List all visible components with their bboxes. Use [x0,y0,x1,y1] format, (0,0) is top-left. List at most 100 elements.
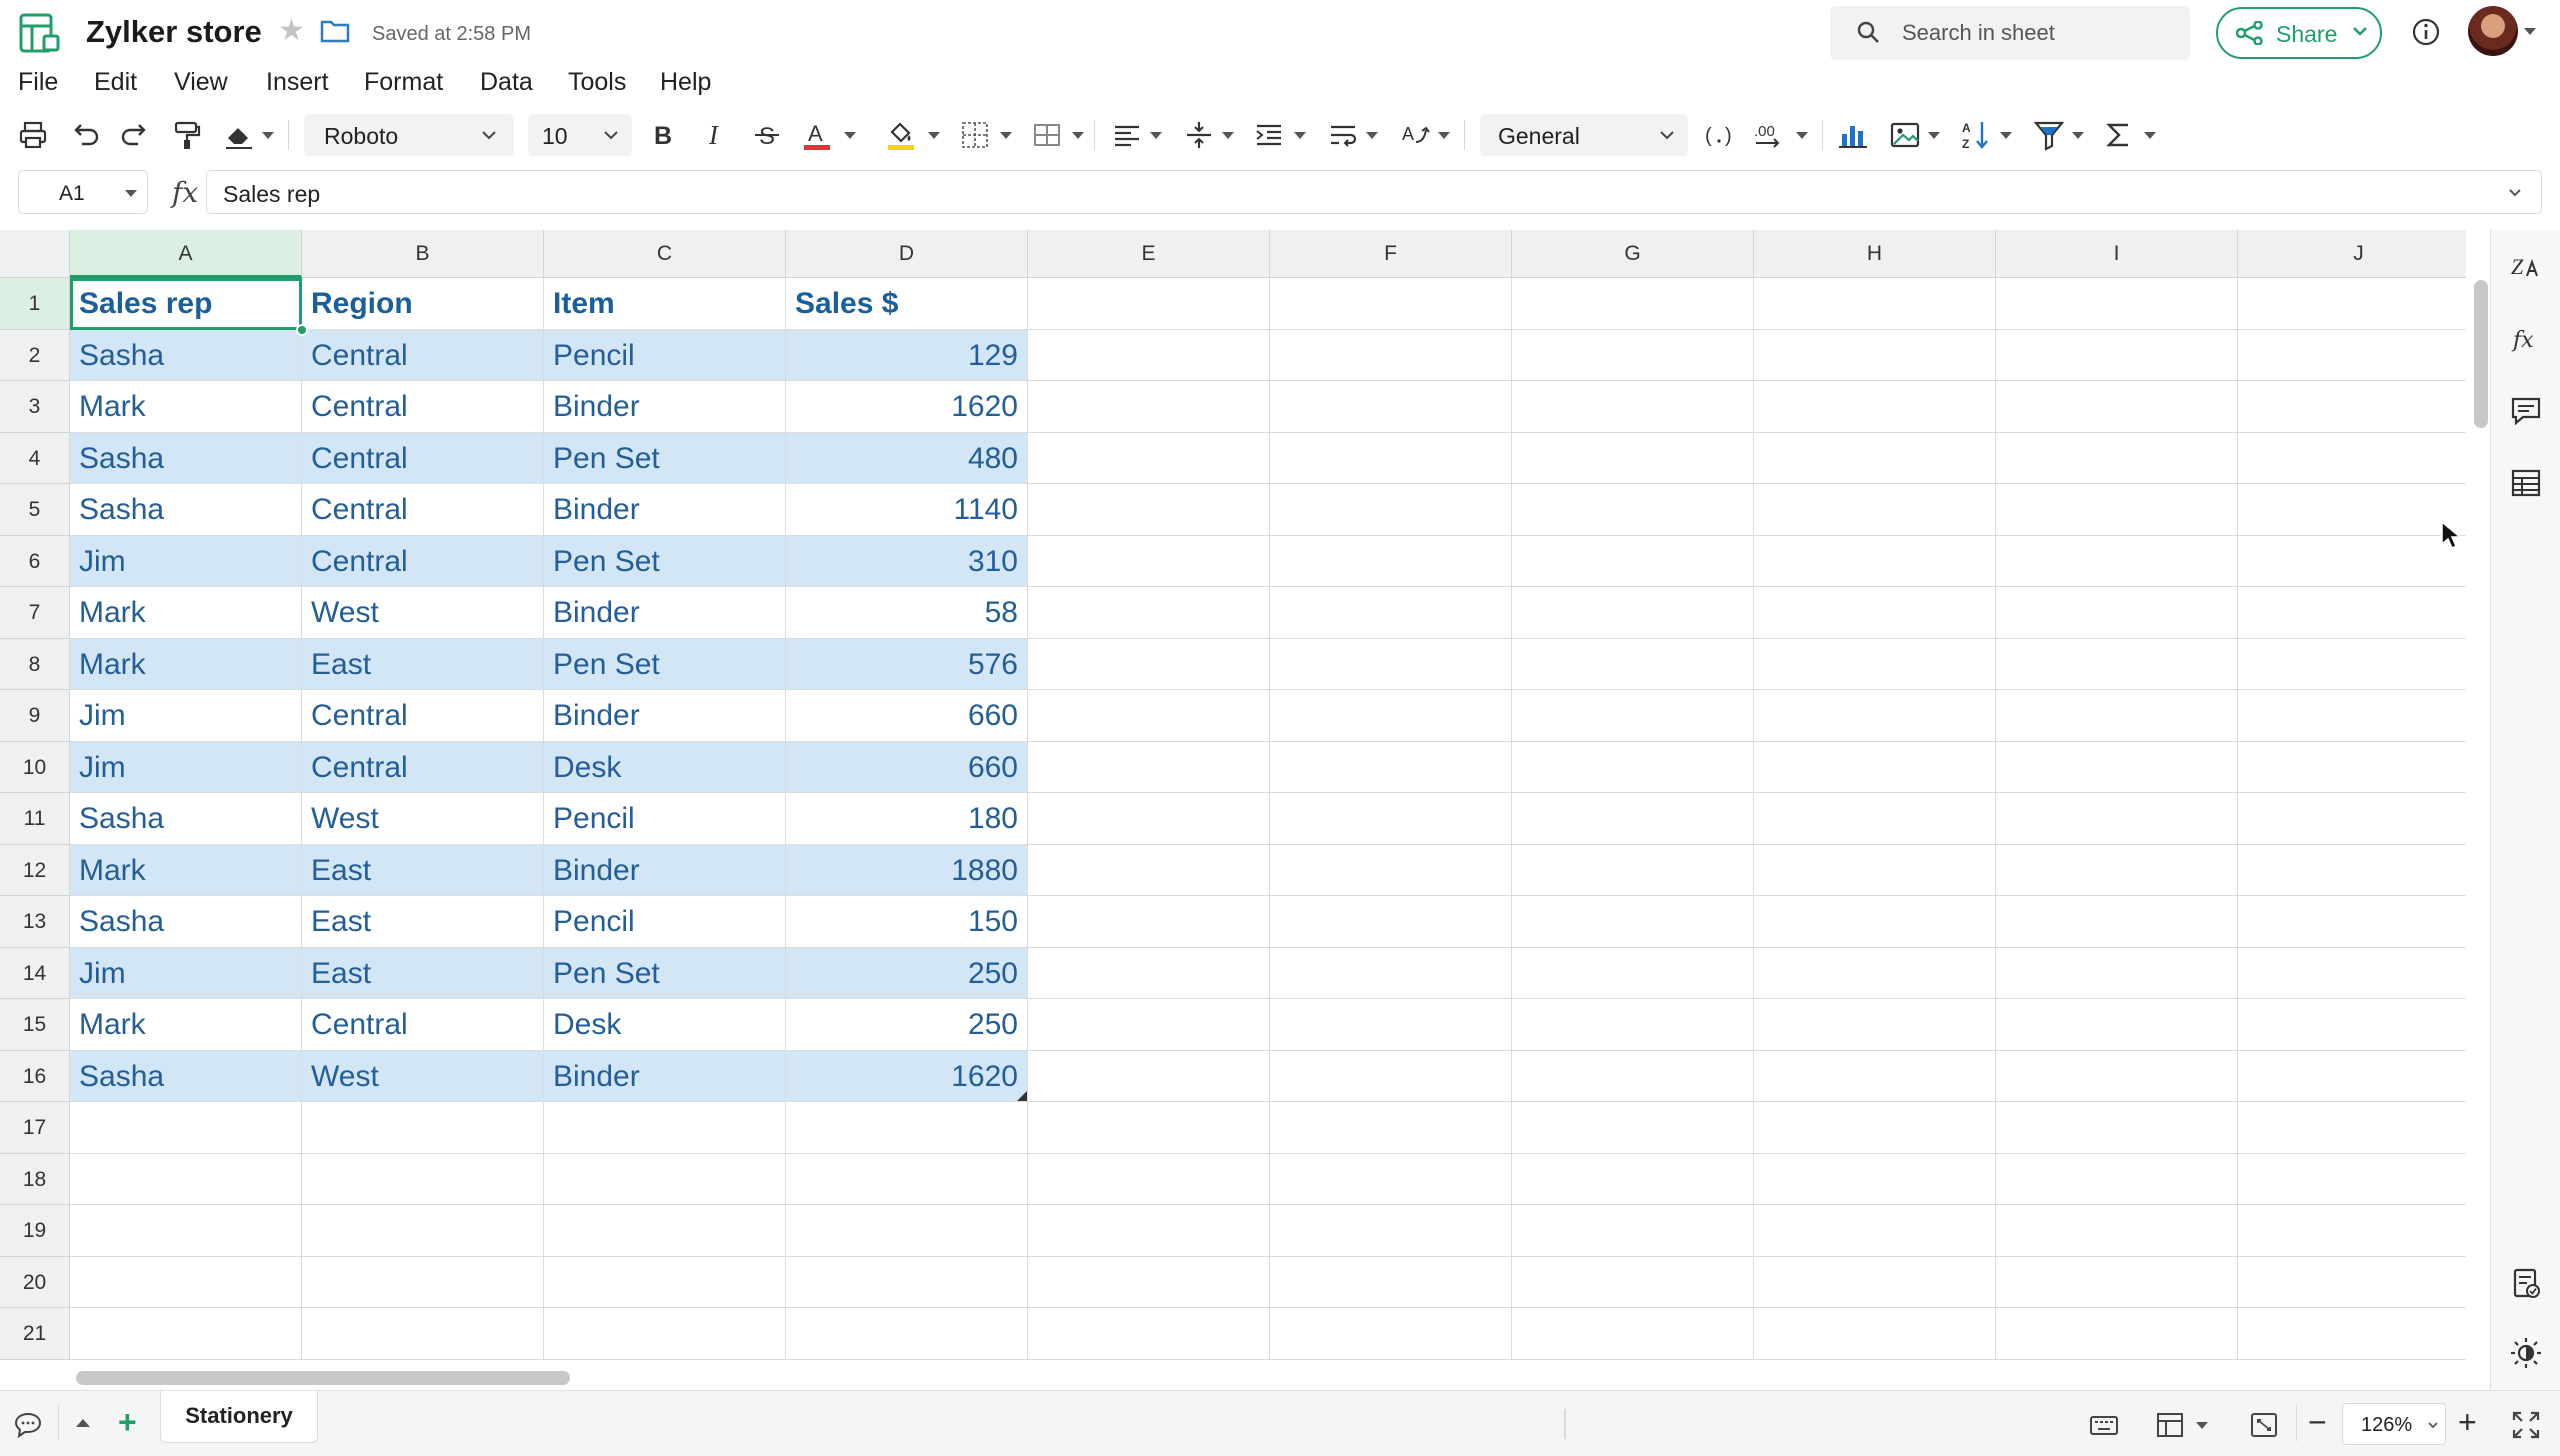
cell-a9[interactable]: Jim [70,690,302,742]
menu-view[interactable]: View [174,68,228,97]
cell-f18[interactable] [1270,1154,1512,1205]
cell-b16[interactable]: West [302,1051,544,1102]
cell-f10[interactable] [1270,742,1512,793]
cell-i16[interactable] [1996,1051,2238,1102]
cell-c13[interactable]: Pencil [544,896,786,948]
cell-e16[interactable] [1028,1051,1270,1102]
add-sheet-button[interactable]: + [118,1405,137,1439]
clear-format-icon[interactable] [222,118,256,152]
cell-a13[interactable]: Sasha [70,896,302,948]
cell-a21[interactable] [70,1308,302,1360]
cell-j10[interactable] [2238,742,2466,793]
cell-e3[interactable] [1028,381,1270,433]
cell-h21[interactable] [1754,1308,1996,1360]
cell-e20[interactable] [1028,1257,1270,1308]
cell-h1[interactable] [1754,278,1996,330]
cell-j20[interactable] [2238,1257,2466,1308]
sheet-tab-stationery[interactable]: Stationery [160,1391,318,1443]
sort-dropdown-icon[interactable] [2000,132,2012,139]
bold-icon[interactable]: B [646,118,680,152]
row-header-5[interactable]: 5 [0,484,70,536]
comments-icon[interactable] [2509,394,2543,428]
sum-icon[interactable] [2102,118,2136,152]
text-wrap-dropdown-icon[interactable] [1366,132,1378,139]
vertical-align-icon[interactable] [1182,118,1216,152]
text-color-icon[interactable]: A [800,118,834,152]
cell-d3[interactable]: 1620 [786,381,1028,433]
horizontal-align-dropdown-icon[interactable] [1150,132,1162,139]
cell-a16[interactable]: Sasha [70,1051,302,1102]
cell-j17[interactable] [2238,1102,2466,1154]
cell-e15[interactable] [1028,999,1270,1051]
cell-i2[interactable] [1996,330,2238,381]
cell-a6[interactable]: Jim [70,536,302,587]
table-icon[interactable] [2509,466,2543,500]
cell-e2[interactable] [1028,330,1270,381]
cell-g11[interactable] [1512,793,1754,845]
row-header-21[interactable]: 21 [0,1308,70,1360]
menu-file[interactable]: File [18,68,58,97]
cell-e13[interactable] [1028,896,1270,948]
cell-h12[interactable] [1754,845,1996,896]
cell-d16[interactable]: 1620 [786,1051,1028,1102]
cell-i14[interactable] [1996,948,2238,999]
cell-i21[interactable] [1996,1308,2238,1360]
avatar-dropdown-icon[interactable] [2524,28,2536,35]
cell-h15[interactable] [1754,999,1996,1051]
cell-j8[interactable] [2238,639,2466,690]
insert-image-icon[interactable] [1888,118,1922,152]
strikethrough-icon[interactable]: S [750,118,784,152]
name-box-dropdown-icon[interactable] [125,190,137,197]
cell-i1[interactable] [1996,278,2238,330]
avatar[interactable] [2468,6,2518,56]
cell-b17[interactable] [302,1102,544,1154]
cell-e19[interactable] [1028,1205,1270,1257]
cell-i7[interactable] [1996,587,2238,639]
font-family-select[interactable]: Roboto [304,114,514,156]
cell-i4[interactable] [1996,433,2238,484]
cell-a14[interactable]: Jim [70,948,302,999]
cell-e5[interactable] [1028,484,1270,536]
italic-icon[interactable]: I [698,118,732,152]
menu-format[interactable]: Format [364,68,443,97]
menu-tools[interactable]: Tools [568,68,626,97]
currency-format-icon[interactable]: () [1702,118,1736,152]
cell-e7[interactable] [1028,587,1270,639]
cell-d2[interactable]: 129 [786,330,1028,381]
cell-f20[interactable] [1270,1257,1512,1308]
cell-f11[interactable] [1270,793,1512,845]
menu-data[interactable]: Data [480,68,533,97]
cell-i13[interactable] [1996,896,2238,948]
text-rotation-icon[interactable]: A [1398,118,1432,152]
chat-icon[interactable] [12,1409,44,1441]
cell-j12[interactable] [2238,845,2466,896]
cell-e4[interactable] [1028,433,1270,484]
cell-b3[interactable]: Central [302,381,544,433]
cell-i20[interactable] [1996,1257,2238,1308]
indent-dropdown-icon[interactable] [1294,132,1306,139]
cell-i10[interactable] [1996,742,2238,793]
folder-icon[interactable] [320,18,350,44]
cell-j7[interactable] [2238,587,2466,639]
redo-icon[interactable] [118,118,152,152]
cell-i5[interactable] [1996,484,2238,536]
sort-icon[interactable]: AZ [1960,118,1994,152]
cell-d7[interactable]: 58 [786,587,1028,639]
cell-a2[interactable]: Sasha [70,330,302,381]
cell-a11[interactable]: Sasha [70,793,302,845]
cell-a12[interactable]: Mark [70,845,302,896]
cell-a4[interactable]: Sasha [70,433,302,484]
cell-f4[interactable] [1270,433,1512,484]
row-header-17[interactable]: 17 [0,1102,70,1154]
insert-image-dropdown-icon[interactable] [1928,132,1940,139]
cell-e1[interactable] [1028,278,1270,330]
formula-input[interactable]: Sales rep [206,170,2542,214]
cell-c18[interactable] [544,1154,786,1205]
cell-g1[interactable] [1512,278,1754,330]
cell-d5[interactable]: 1140 [786,484,1028,536]
cell-b12[interactable]: East [302,845,544,896]
cell-c17[interactable] [544,1102,786,1154]
chevron-down-icon[interactable] [2507,185,2523,201]
cell-a17[interactable] [70,1102,302,1154]
share-button[interactable]: Share [2216,7,2382,59]
